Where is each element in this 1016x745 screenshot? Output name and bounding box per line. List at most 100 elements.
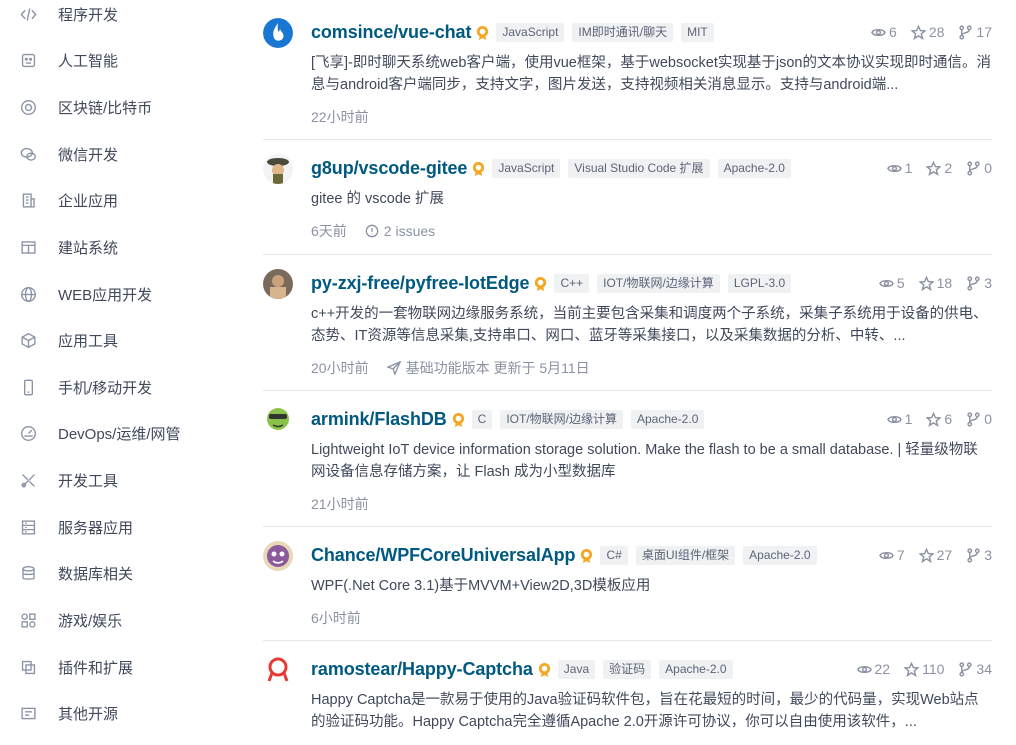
avatar[interactable] [263, 18, 293, 48]
sidebar-item-label: 开发工具 [58, 472, 119, 490]
category-tag[interactable]: IM即时通讯/聊天 [572, 22, 674, 42]
sidebar-item-mobile[interactable]: 手机/移动开发 [0, 367, 220, 407]
category-tag[interactable]: IOT/物联网/边缘计算 [500, 409, 623, 429]
language-tag[interactable]: C++ [554, 273, 590, 293]
star-icon [904, 661, 920, 677]
sidebar-item-label: 程序开发 [58, 6, 119, 24]
robot-icon [19, 51, 37, 69]
sidebar-item-label: 人工智能 [58, 52, 119, 70]
recommended-badge-icon [579, 548, 594, 563]
category-tag[interactable]: IOT/物联网/边缘计算 [597, 273, 720, 293]
sidebar-item-other[interactable]: 其他开源 [0, 693, 220, 733]
license-tag[interactable]: Apache-2.0 [743, 545, 817, 565]
category-tag[interactable]: 桌面UI组件/框架 [635, 545, 736, 565]
project-meta: 20小时前 基础功能版本 更新于 5月11日 [311, 358, 590, 378]
watch-count[interactable]: 22 [856, 661, 890, 677]
sidebar-item-devops[interactable]: DevOps/运维/网管 [0, 413, 220, 453]
phone-icon [19, 378, 37, 396]
project-link[interactable]: ramostear/Happy-Captcha [311, 659, 533, 680]
updated-time: 6天前 [311, 223, 347, 239]
sidebar-item-server[interactable]: 服务器应用 [0, 507, 220, 547]
fork-count[interactable]: 17 [958, 24, 992, 40]
sidebar-item-enterprise[interactable]: 企业应用 [0, 180, 220, 220]
star-icon [918, 547, 934, 563]
license-tag[interactable]: Apache-2.0 [659, 659, 733, 679]
plugin-icon [19, 658, 37, 676]
star-count[interactable]: 2 [926, 160, 952, 176]
eye-icon [856, 665, 872, 673]
watch-count[interactable]: 5 [878, 275, 905, 291]
license-tag[interactable]: Apache-2.0 [630, 409, 705, 429]
divider [263, 640, 992, 641]
fork-count[interactable]: 0 [966, 160, 992, 176]
sidebar-item-database[interactable]: 数据库相关 [0, 553, 220, 593]
eye-icon [886, 415, 902, 423]
project-description: Lightweight IoT device information stora… [311, 442, 978, 480]
sidebar-item-games[interactable]: 游戏/娱乐 [0, 600, 220, 640]
project-link[interactable]: Chance/WPFCoreUniversalApp [311, 545, 576, 566]
fork-count[interactable]: 0 [966, 411, 992, 427]
sidebar-item-blockchain[interactable]: 区块链/比特币 [0, 87, 220, 127]
sidebar-item-dev-tools[interactable]: 开发工具 [0, 460, 220, 500]
star-count[interactable]: 6 [926, 411, 952, 427]
watch-count[interactable]: 1 [886, 160, 912, 176]
release-link[interactable]: 基础功能版本 更新于 5月11日 [386, 358, 590, 378]
star-count[interactable]: 27 [918, 547, 952, 563]
watch-count[interactable]: 1 [886, 411, 912, 427]
project-title-row: py-zxj-free/pyfree-IotEdge C++ IOT/物联网/边… [311, 271, 799, 295]
eye-icon [878, 279, 894, 287]
project-link[interactable]: py-zxj-free/pyfree-IotEdge [311, 273, 530, 294]
watch-count[interactable]: 7 [878, 547, 905, 563]
avatar[interactable] [263, 541, 293, 571]
server-icon [19, 518, 37, 536]
avatar[interactable] [263, 405, 293, 435]
project-meta: 21小时前 [311, 494, 369, 514]
issues-link[interactable]: 2 issues [365, 223, 435, 239]
project-link[interactable]: comsince/vue-chat [311, 22, 471, 43]
avatar[interactable] [263, 269, 293, 299]
updated-time: 6小时前 [311, 610, 361, 626]
language-tag[interactable]: JavaScript [492, 158, 561, 178]
language-tag[interactable]: C [471, 409, 493, 429]
eye-icon [878, 551, 894, 559]
project-stats: 1 6 0 [873, 409, 992, 429]
release-icon [386, 361, 401, 375]
divider [263, 254, 992, 255]
star-count[interactable]: 18 [918, 275, 952, 291]
project-link[interactable]: armink/FlashDB [311, 409, 447, 430]
sidebar-item-plugins[interactable]: 插件和扩展 [0, 647, 220, 687]
star-count[interactable]: 28 [910, 24, 944, 40]
other-icon [19, 704, 37, 722]
license-tag[interactable]: LGPL-3.0 [727, 273, 792, 293]
category-tag[interactable]: Visual Studio Code 扩展 [568, 158, 710, 178]
license-tag[interactable]: MIT [681, 22, 714, 42]
sidebar-item-web[interactable]: WEB应用开发 [0, 274, 220, 314]
license-tag[interactable]: Apache-2.0 [717, 158, 791, 178]
language-tag[interactable]: JavaScript [496, 22, 565, 42]
fork-icon [959, 24, 973, 40]
gamepad-icon [19, 611, 37, 629]
sidebar-item-programming[interactable]: 程序开发 [0, 0, 220, 34]
fork-icon [967, 547, 980, 563]
project-meta: 22小时前 [311, 107, 369, 127]
project-link[interactable]: g8up/vscode-gitee [311, 158, 467, 179]
sidebar-item-app-tools[interactable]: 应用工具 [0, 320, 220, 360]
fork-count[interactable]: 34 [958, 661, 992, 677]
watch-count[interactable]: 6 [871, 24, 897, 40]
sidebar-item-label: 区块链/比特币 [58, 99, 153, 117]
updated-time: 22小时前 [311, 109, 369, 125]
sidebar-item-cms[interactable]: 建站系统 [0, 227, 220, 267]
fork-icon [967, 160, 980, 176]
avatar[interactable] [263, 655, 293, 685]
sidebar-item-wechat[interactable]: 微信开发 [0, 134, 220, 174]
category-tag[interactable]: 验证码 [603, 659, 652, 679]
sidebar-item-ai[interactable]: 人工智能 [0, 40, 220, 80]
language-tag[interactable]: Java [557, 659, 596, 679]
eye-icon [886, 164, 902, 172]
star-count[interactable]: 110 [904, 661, 944, 677]
avatar[interactable] [263, 154, 293, 184]
project-stats: 7 27 3 [865, 545, 992, 565]
language-tag[interactable]: C# [600, 545, 628, 565]
fork-count[interactable]: 3 [966, 275, 992, 291]
fork-count[interactable]: 3 [966, 547, 992, 563]
